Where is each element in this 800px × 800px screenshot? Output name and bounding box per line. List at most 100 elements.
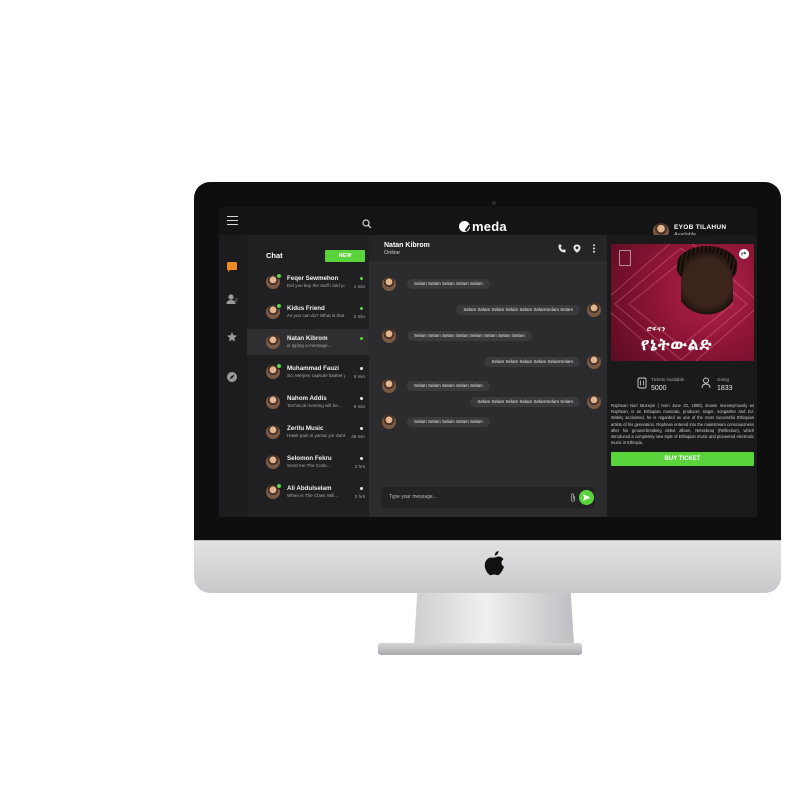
contact-name: Muhammad Fauzi [287, 365, 339, 372]
list-item[interactable]: Muhammad Fauzi So, Merjem capsule basket… [247, 359, 369, 385]
list-item[interactable]: Ali Abdulselam When is The Class Will...… [247, 479, 369, 505]
avatar [382, 329, 396, 343]
buy-ticket-button[interactable]: BUY TICKET [611, 452, 754, 466]
message-row: Selam Selam Selam Selam Selam [369, 415, 607, 429]
search-icon[interactable] [362, 219, 372, 229]
avatar [382, 379, 396, 393]
share-icon[interactable] [739, 249, 749, 259]
contact-name: Zeritu Music [287, 425, 324, 432]
status-dot [360, 457, 363, 460]
message-row: Selam Selam Selam Selam SelamSelam Selam [369, 395, 607, 409]
attachment-paperclip-icon[interactable] [570, 493, 576, 502]
status-dot [360, 487, 363, 490]
message-row: Selam Selam Selam Selam Selam [369, 277, 607, 291]
send-button[interactable] [579, 490, 594, 505]
going-value: 1833 [717, 385, 733, 392]
message-input[interactable]: Type your message... [389, 494, 437, 500]
message-row: Selam Selam Selam Selam SelamSelam [369, 355, 607, 369]
contact-name: Kidus Friend [287, 305, 325, 312]
contact-preview: When is The Class Will... [287, 493, 338, 498]
message-composer: Type your message... [381, 487, 595, 508]
conversation-contact-name: Natan Kibrom [384, 242, 430, 249]
event-stats: Tickets Available 5000 Going 1833 [611, 371, 754, 399]
message-bubble: Selam Selam Selam Selam Selam SelamSelam… [456, 305, 580, 315]
avatar [587, 355, 601, 369]
message-bubble: Selam Selam Selam Selam Selam [407, 417, 490, 427]
message-bubble: Selam Selam Selam Selam SelamSelam [484, 357, 580, 367]
list-item[interactable]: Nahom Addis Technical meeting will be...… [247, 389, 369, 415]
profile-name: EYOB TILAHUN [674, 224, 727, 231]
contact-name: Natan Kibrom [287, 335, 328, 342]
online-badge [276, 363, 282, 369]
contact-preview: Did you buy the stuff i told you... [287, 283, 345, 288]
logo-text: meda [472, 218, 507, 234]
avatar [587, 303, 601, 317]
list-item[interactable]: Kidus Friend As you can do? What is that… [247, 299, 369, 325]
message-bubble: Selam Selam Selam Selam SelamSelam Selam [470, 397, 580, 407]
avatar [587, 395, 601, 409]
contact-preview: So, Merjem capsule basket yo... [287, 373, 345, 378]
new-chat-button[interactable]: NEW [325, 250, 365, 262]
status-dot [360, 277, 363, 280]
conversation-header: Natan Kibrom Online [369, 235, 607, 261]
message-bubble: Selam Selam Selam Selam Selam [407, 381, 490, 391]
poster-title: የኔትውልድ [641, 335, 713, 354]
list-item[interactable]: Feqer Sewmehon Did you buy the stuff i t… [247, 269, 369, 295]
status-dot [360, 427, 363, 430]
poster-subtitle: ሮፍናን [647, 326, 666, 333]
stand-neck [414, 593, 574, 645]
message-bubble: Selam Selam Selam Selam Selam Selam Sela… [407, 331, 532, 341]
contact-preview: Hawk pain si yamar yor dunk [287, 433, 345, 438]
message-row: Selam Selam Selam Selam Selam [369, 379, 607, 393]
contact-preview: is typing a message... [287, 343, 332, 348]
apple-logo-icon [484, 551, 504, 576]
app-logo[interactable]: meda [459, 218, 519, 234]
poster-artist-portrait [681, 252, 733, 328]
ticket-icon [637, 377, 647, 389]
stand-foot [378, 643, 582, 655]
avatar [266, 455, 280, 469]
status-dot [360, 337, 363, 340]
avatar [266, 395, 280, 409]
contact-time: 2 hrs [354, 464, 365, 469]
going-label: Going [717, 377, 730, 382]
chat-list-title: Chat [266, 251, 283, 260]
top-bar: meda EYOB TILAHUN Available⌄ [219, 207, 757, 239]
contact-preview: As you can do? What is that... [287, 313, 345, 318]
imac-mockup: meda EYOB TILAHUN Available⌄ [0, 0, 800, 800]
nav-rail [219, 235, 247, 517]
status-dot [360, 307, 363, 310]
explore-compass-icon[interactable] [226, 371, 238, 383]
avatar [266, 425, 280, 439]
status-dot [360, 397, 363, 400]
event-poster[interactable]: ሮፍናን የኔትውልድ [611, 244, 754, 361]
contact-time: 2 min [353, 314, 365, 319]
hamburger-menu-icon[interactable] [227, 216, 238, 225]
phone-icon[interactable] [558, 244, 566, 253]
favorites-star-icon[interactable] [226, 331, 238, 343]
location-pin-icon[interactable] [573, 244, 581, 253]
list-item[interactable]: Selomon Fekru Send me The Code... 2 hrs [247, 449, 369, 475]
poster-badge-icon [619, 250, 631, 266]
message-row: Selam Selam Selam Selam Selam Selam Sela… [369, 329, 607, 343]
attendee-icon [701, 377, 711, 389]
contact-time: 1 min [353, 284, 365, 289]
event-panel: ሮፍናን የኔትውልድ Tickets Available 5000 Going… [607, 235, 757, 517]
online-badge [276, 303, 282, 309]
logo-mark-icon [459, 220, 470, 232]
contact-name: Ali Abdulselam [287, 485, 332, 492]
app-screen: meda EYOB TILAHUN Available⌄ [219, 207, 757, 517]
chat-bubble-icon[interactable] [226, 261, 238, 273]
contact-time: 2 hrs [354, 494, 365, 499]
contacts-icon[interactable] [226, 293, 238, 305]
more-options-icon[interactable] [590, 244, 598, 253]
message-row: Selam Selam Selam Selam Selam SelamSelam… [369, 303, 607, 317]
avatar [382, 415, 396, 429]
contact-name: Feqer Sewmehon [287, 275, 339, 282]
list-item[interactable]: Zeritu Music Hawk pain si yamar yor dunk… [247, 419, 369, 445]
camera-dot [492, 201, 496, 205]
list-item-active[interactable]: Natan Kibrom is typing a message... [247, 329, 369, 355]
message-bubble: Selam Selam Selam Selam Selam [407, 279, 490, 289]
avatar [382, 277, 396, 291]
conversation-panel: Natan Kibrom Online Selam Selam Selam Se… [369, 235, 607, 517]
